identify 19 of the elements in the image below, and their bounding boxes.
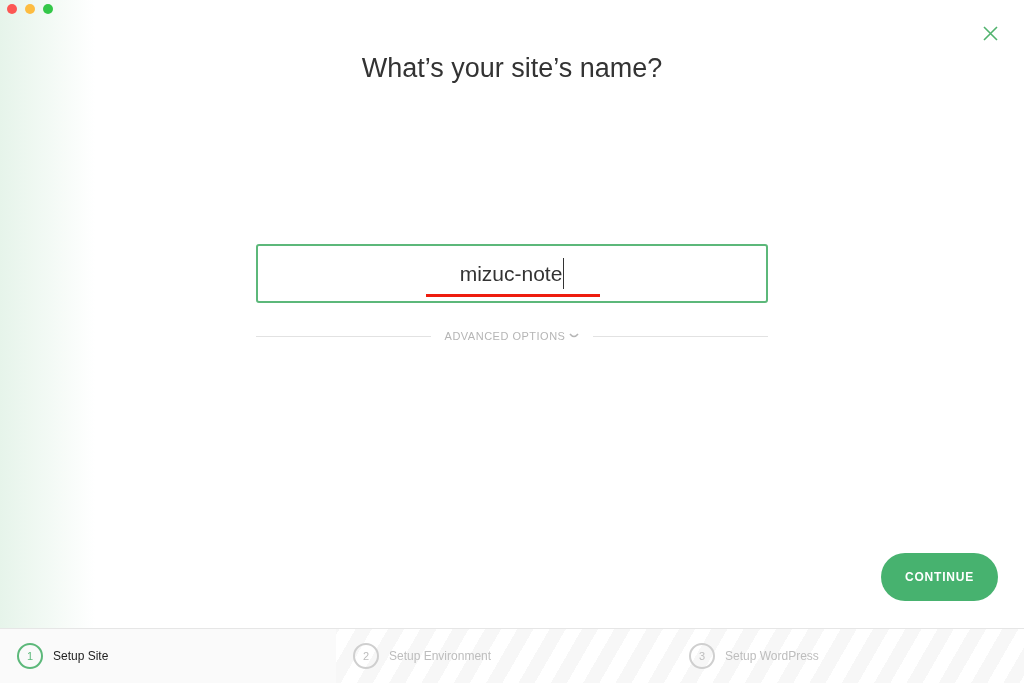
maximize-window-icon[interactable]	[43, 4, 53, 14]
step-label: Setup Site	[53, 648, 109, 665]
step-label: Setup Environment	[389, 648, 492, 665]
step-number: 2	[353, 643, 379, 669]
step-number: 1	[17, 643, 43, 669]
close-icon[interactable]	[983, 26, 998, 41]
step-tab[interactable]: 1 Setup Site	[0, 629, 336, 683]
step-number: 3	[689, 643, 715, 669]
minimize-window-icon[interactable]	[25, 4, 35, 14]
page-title: What’s your site’s name?	[361, 52, 663, 84]
site-name-value: mizuc-note	[459, 261, 563, 285]
advanced-options-toggle[interactable]: ADVANCED OPTIONS	[444, 328, 580, 345]
site-name-field[interactable]: mizuc-note	[256, 244, 768, 303]
step-label: Setup WordPress	[725, 648, 819, 665]
chevron-icon	[569, 333, 580, 340]
continue-button[interactable]: CONTINUE	[881, 553, 998, 601]
step-tab[interactable]: 3 Setup WordPress	[672, 629, 1008, 683]
step-tab[interactable]: 2 Setup Environment	[336, 629, 672, 683]
close-window-icon[interactable]	[7, 4, 17, 14]
